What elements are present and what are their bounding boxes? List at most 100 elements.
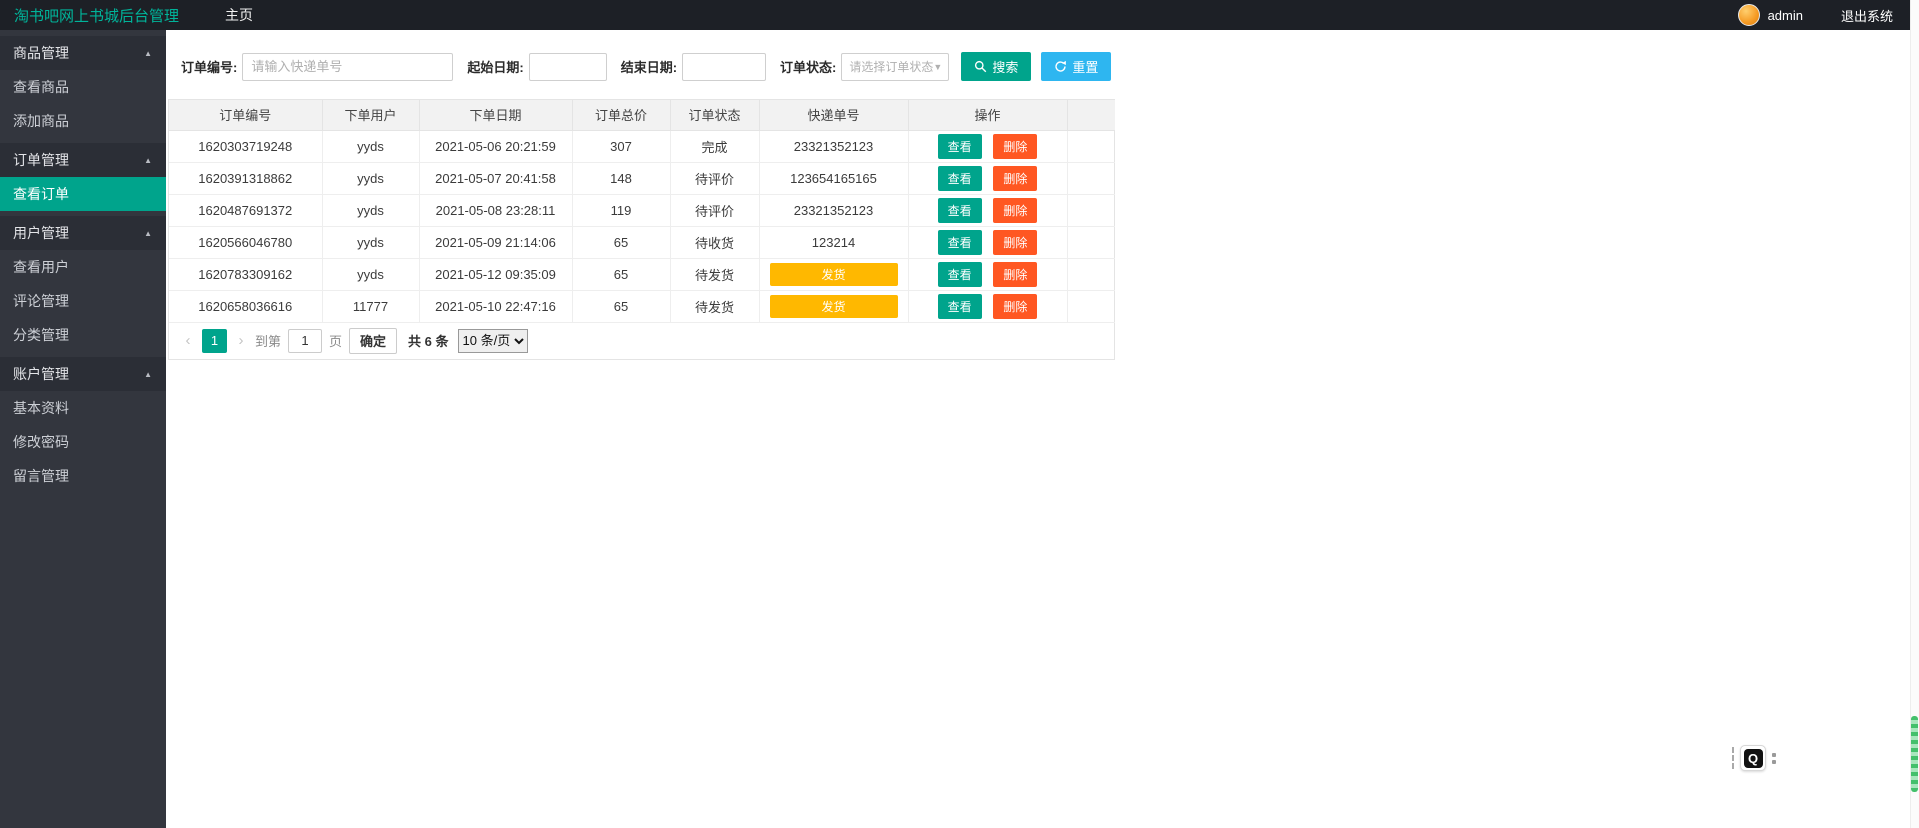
ime-grip-icon[interactable] (1732, 747, 1734, 769)
sidebar-item-profile[interactable]: 基本资料 (0, 391, 166, 425)
chevron-down-icon: ▼ (933, 61, 943, 72)
current-page[interactable]: 1 (202, 328, 227, 353)
username[interactable]: admin (1768, 8, 1803, 23)
order-no-label: 订单编号: (181, 60, 238, 75)
sidebar-group-users[interactable]: 用户管理 ▲ (0, 216, 166, 250)
logout-button[interactable]: 退出系统 (1841, 6, 1893, 25)
end-date-input[interactable] (682, 52, 767, 81)
view-button[interactable]: 查看 (937, 165, 982, 191)
next-page-button[interactable]: › (234, 332, 248, 349)
scrollbar-thumb[interactable] (1911, 716, 1918, 792)
cell-total: 307 (572, 130, 671, 163)
cell-status: 完成 (670, 130, 760, 163)
order-status-select[interactable]: 请选择订单状态 ▼ (841, 52, 950, 81)
cell-empty (1067, 290, 1115, 323)
search-button-label: 搜索 (992, 60, 1019, 75)
goto-page-input[interactable] (288, 328, 323, 353)
delete-button[interactable]: 删除 (993, 197, 1038, 223)
delete-button[interactable]: 删除 (993, 133, 1038, 159)
cell-total: 65 (572, 258, 671, 291)
ime-button[interactable]: Q (1740, 745, 1766, 771)
col-user: 下单用户 (322, 100, 420, 131)
sidebar-item-categories[interactable]: 分类管理 (0, 318, 166, 352)
sidebar-item-change-password[interactable]: 修改密码 (0, 425, 166, 459)
start-date-label: 起始日期: (467, 60, 524, 75)
cell-total: 119 (572, 194, 671, 227)
sidebar-item-add-product[interactable]: 添加商品 (0, 104, 166, 138)
cell-total: 65 (572, 290, 671, 323)
sidebar-group-account[interactable]: 账户管理 ▲ (0, 357, 166, 391)
filter-bar: 订单编号: 起始日期: 结束日期: 订单状态: 请选择订单状态 ▼ 搜索 重置 (166, 30, 1919, 81)
sidebar-group-label: 商品管理 (13, 45, 69, 61)
start-date-input[interactable] (528, 52, 607, 81)
delete-button[interactable]: 删除 (993, 165, 1038, 191)
cell-order-no: 1620391318862 (169, 162, 323, 195)
end-date-label: 结束日期: (620, 60, 678, 75)
sidebar-item-messages[interactable]: 留言管理 (0, 459, 166, 493)
cell-status: 待发货 (670, 258, 760, 291)
cell-actions: 查看 删除 (908, 290, 1068, 323)
prev-page-button[interactable]: ‹ (181, 332, 195, 349)
table-row: 1620487691372 yyds 2021-05-08 23:28:11 1… (169, 194, 1115, 227)
search-icon (975, 60, 987, 73)
col-status: 订单状态 (670, 100, 760, 131)
view-button[interactable]: 查看 (937, 261, 982, 287)
select-placeholder: 请选择订单状态 (849, 60, 934, 74)
view-button[interactable]: 查看 (937, 229, 982, 255)
scrollbar-track[interactable] (1910, 0, 1919, 828)
top-header: 淘书吧网上书城后台管理 主页 admin 退出系统 (0, 0, 1919, 30)
ime-toolbar[interactable]: Q (1732, 745, 1776, 771)
cell-status: 待发货 (670, 290, 760, 323)
cell-order-no: 1620566046780 (169, 226, 323, 259)
cell-date: 2021-05-07 20:41:58 (419, 162, 573, 195)
avatar[interactable] (1737, 4, 1760, 26)
ship-button[interactable]: 发货 (769, 294, 898, 318)
cell-empty (1067, 162, 1115, 195)
sidebar-item-view-users[interactable]: 查看用户 (0, 250, 166, 284)
sidebar-group-products[interactable]: 商品管理 ▲ (0, 36, 166, 70)
table-row: 1620303719248 yyds 2021-05-06 20:21:59 3… (169, 130, 1115, 163)
cell-user: yyds (322, 258, 420, 291)
cell-tracking: 23321352123 (759, 194, 909, 227)
sidebar-group-orders[interactable]: 订单管理 ▲ (0, 143, 166, 177)
view-button[interactable]: 查看 (937, 197, 982, 223)
cell-tracking: 发货 (759, 258, 909, 291)
cell-tracking: 发货 (759, 290, 909, 323)
view-button[interactable]: 查看 (937, 133, 982, 159)
cell-actions: 查看 删除 (908, 194, 1068, 227)
cell-total: 148 (572, 162, 671, 195)
table-row: 1620658036616 11777 2021-05-10 22:47:16 … (169, 290, 1115, 323)
order-status-label: 订单状态: (780, 60, 837, 75)
view-button[interactable]: 查看 (937, 293, 982, 319)
cell-empty (1067, 258, 1115, 291)
order-no-input[interactable] (242, 52, 454, 81)
delete-button[interactable]: 删除 (993, 293, 1038, 319)
cell-empty (1067, 226, 1115, 259)
table-header-row: 订单编号 下单用户 下单日期 订单总价 订单状态 快递单号 操作 (169, 100, 1115, 131)
search-button[interactable]: 搜索 (961, 52, 1032, 81)
pagination: ‹ 1 › 到第 页 确定 共 6 条 10 条/页 (169, 323, 1114, 359)
cell-status: 待评价 (670, 194, 760, 227)
table-row: 1620391318862 yyds 2021-05-07 20:41:58 1… (169, 162, 1115, 195)
ime-handle-icon[interactable] (1772, 752, 1776, 764)
col-empty (1067, 100, 1115, 131)
page-size-select[interactable]: 10 条/页 (457, 328, 528, 353)
chevron-up-icon: ▲ (144, 155, 152, 165)
cell-actions: 查看 删除 (908, 226, 1068, 259)
sidebar-item-comments[interactable]: 评论管理 (0, 284, 166, 318)
page-unit-label: 页 (329, 334, 343, 349)
ship-button[interactable]: 发货 (769, 262, 898, 286)
cell-empty (1067, 130, 1115, 163)
cell-user: 11777 (322, 290, 420, 323)
nav-home-link[interactable]: 主页 (225, 5, 253, 25)
sidebar-item-view-orders[interactable]: 查看订单 (0, 177, 166, 211)
app-title: 淘书吧网上书城后台管理 (14, 7, 180, 25)
sidebar-group-label: 账户管理 (13, 366, 69, 382)
cell-date: 2021-05-08 23:28:11 (419, 194, 573, 227)
sidebar-item-view-products[interactable]: 查看商品 (0, 70, 166, 104)
reset-button-label: 重置 (1072, 60, 1099, 75)
delete-button[interactable]: 删除 (993, 261, 1038, 287)
reset-button[interactable]: 重置 (1041, 52, 1112, 81)
confirm-page-button[interactable]: 确定 (349, 327, 398, 354)
delete-button[interactable]: 删除 (993, 229, 1038, 255)
